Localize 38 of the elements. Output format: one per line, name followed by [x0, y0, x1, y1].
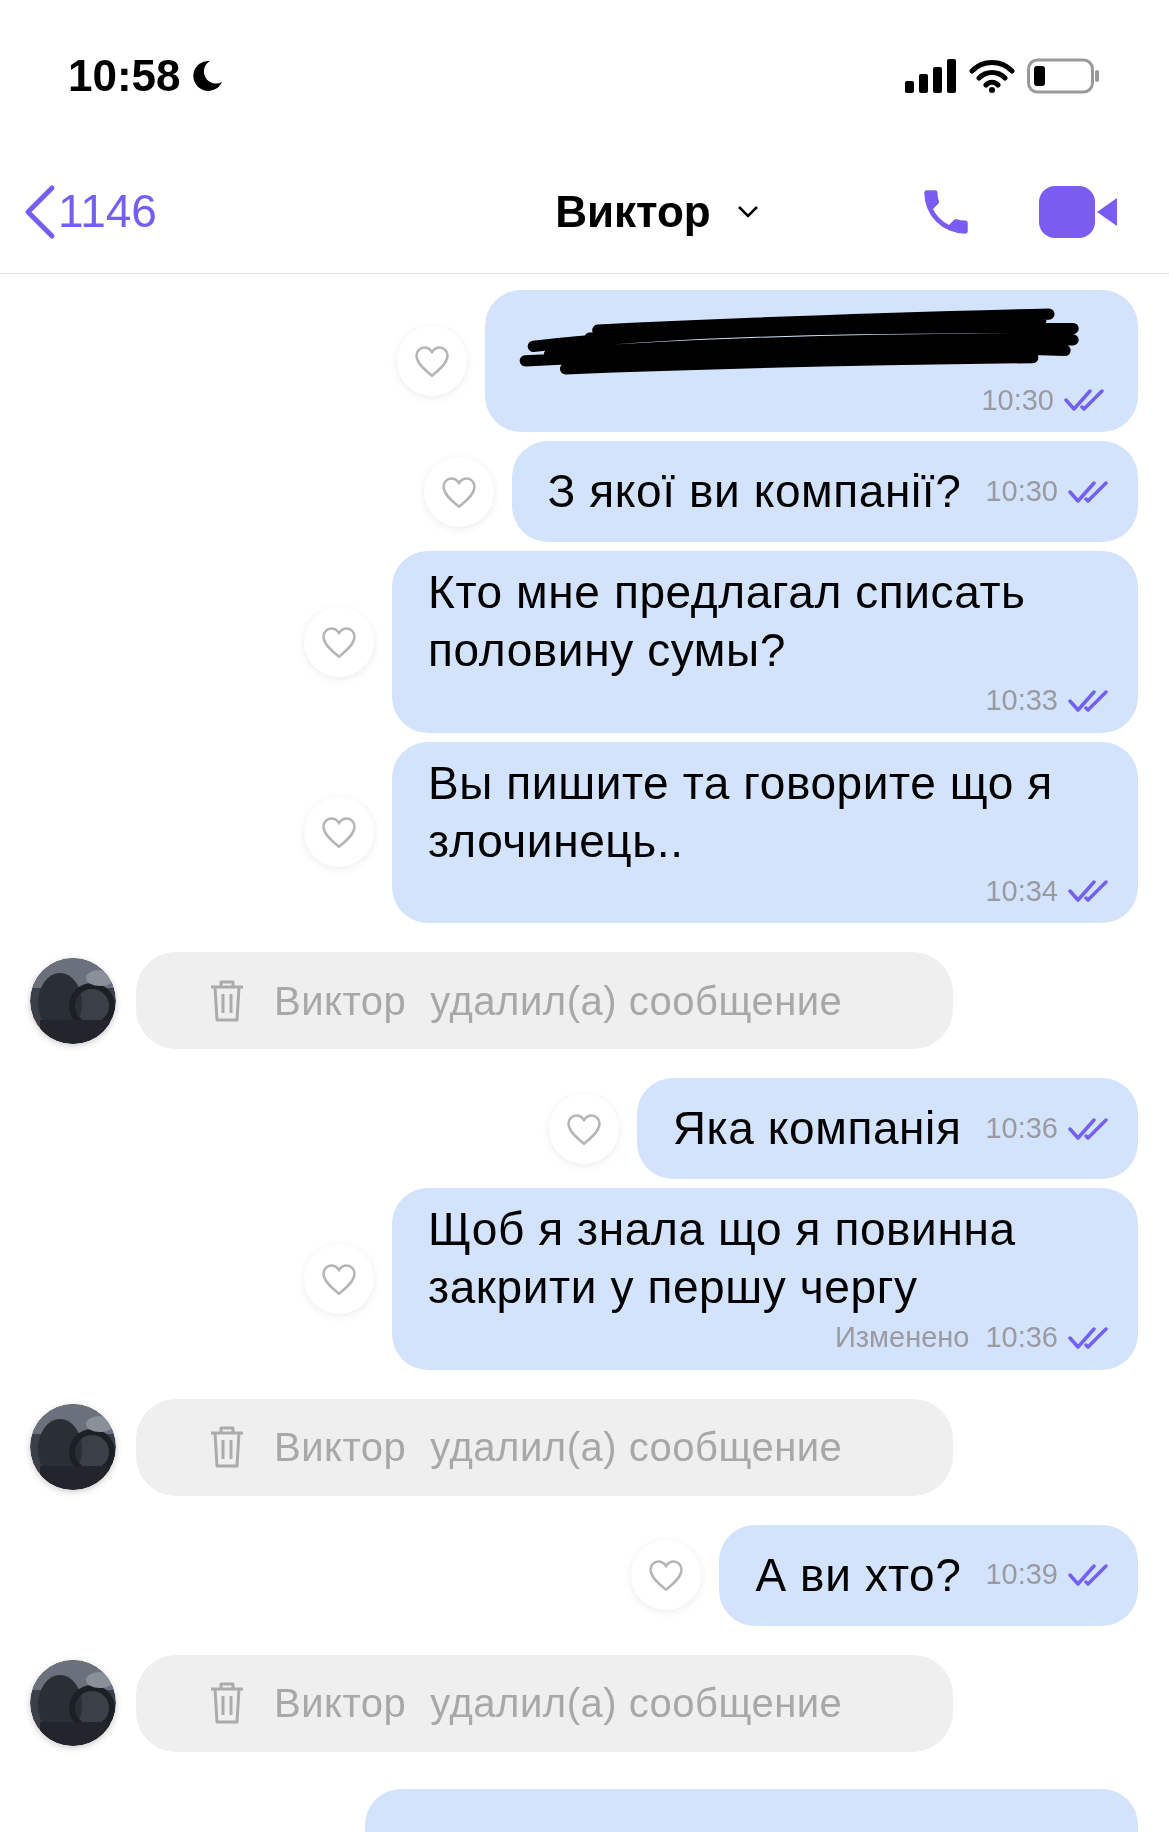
deleted-notice: удалил(а) сообщение	[430, 977, 843, 1025]
sender-name: Виктор	[274, 1424, 407, 1471]
trash-icon	[208, 1681, 246, 1725]
heart-icon	[320, 815, 358, 850]
message-time: 10:39	[985, 1557, 1058, 1593]
message-text: Щоб я знала що я повинна закрити у першу чергу	[428, 1202, 1017, 1315]
deleted-notice: удалил(а) сообщение	[430, 1680, 843, 1727]
heart-icon	[320, 624, 358, 659]
trash-icon	[208, 1425, 246, 1469]
heart-icon	[564, 1111, 603, 1146]
signal-icon	[905, 59, 957, 93]
sender-name: Виктор	[274, 1680, 407, 1727]
message-time: 10:33	[985, 683, 1058, 718]
message-text: Яка компанія	[672, 1101, 962, 1156]
heart-icon	[439, 474, 478, 509]
heart-icon	[320, 1261, 358, 1296]
message-time: 10:34	[985, 873, 1058, 909]
wifi-icon	[969, 59, 1015, 93]
message-text: З якої ви компанії?	[547, 464, 962, 519]
message-time: 10:36	[985, 1110, 1058, 1146]
trash-icon	[208, 978, 246, 1023]
heart-icon	[647, 1558, 686, 1592]
message-text: Вы пишите та говорите що я злочинець..	[428, 755, 1054, 869]
clock-time: 10:58	[68, 50, 181, 102]
back-button[interactable]: 1146	[22, 177, 157, 246]
message-time: 10:36	[985, 1320, 1058, 1355]
heart-icon	[413, 344, 451, 378]
video-camera-icon[interactable]	[1039, 183, 1119, 240]
message-time: 10:30	[981, 382, 1054, 418]
deleted-notice: удалил(а) сообщение	[430, 1424, 843, 1471]
message-time: 10:30	[985, 473, 1058, 509]
message-text: А ви хто?	[755, 1547, 962, 1603]
contact-title[interactable]: Виктор	[555, 178, 759, 245]
sender-name: Виктор	[274, 977, 407, 1025]
message-text: Кто мне предлагал списать половину сумы?	[428, 565, 1027, 678]
battery-icon	[1027, 58, 1101, 94]
chevron-down-icon	[736, 204, 759, 219]
edited-label: Изменено	[834, 1320, 970, 1355]
